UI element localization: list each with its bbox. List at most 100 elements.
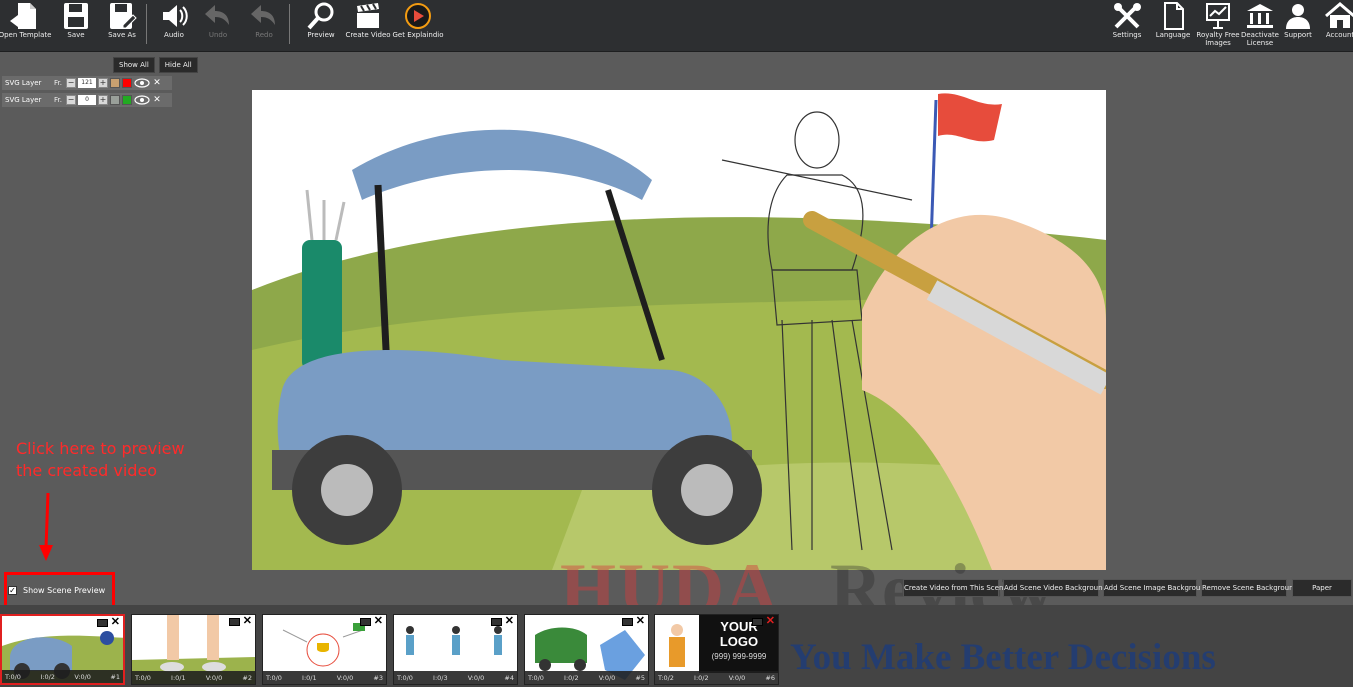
frame-value[interactable]: 0 xyxy=(78,95,96,105)
annotation-line-2: the created video xyxy=(16,461,158,480)
create-video-button[interactable]: Create Video xyxy=(344,0,392,48)
layer-row[interactable]: SVG Layer Fr. − 121 + ✕ xyxy=(2,76,172,90)
scene-delete-icon[interactable]: ✕ xyxy=(766,616,775,627)
support-button[interactable]: Support xyxy=(1274,0,1322,48)
magnifier-icon xyxy=(307,2,334,30)
scene-image-count: I:0/1 xyxy=(171,673,186,682)
scene-card-icon[interactable] xyxy=(96,618,108,627)
logo-phone: (999) 999-9999 xyxy=(711,652,767,661)
frame-decrement-button[interactable]: − xyxy=(66,78,76,88)
scene-actions: ✕ xyxy=(359,616,383,627)
explaindio-logo-icon xyxy=(405,3,431,29)
frame-value[interactable]: 121 xyxy=(78,78,96,88)
speaker-icon xyxy=(163,5,188,27)
toolbar-divider xyxy=(289,4,290,44)
redo-button[interactable]: Redo xyxy=(240,0,288,48)
scene-meta: T:0/0 I:0/2 V:0/0 #5 xyxy=(525,671,648,684)
delete-layer-button[interactable]: ✕ xyxy=(152,95,162,105)
save-label: Save xyxy=(67,31,85,39)
scene-number: #4 xyxy=(504,673,514,682)
scene-card-icon[interactable] xyxy=(751,617,763,626)
scene-meta: T:0/0 I:0/2 V:0/0 #1 xyxy=(2,670,123,683)
golf-clubs xyxy=(305,189,346,241)
eye-icon[interactable] xyxy=(134,95,150,105)
account-label: Account xyxy=(1325,31,1353,39)
create-video-label: Create Video xyxy=(345,31,391,39)
clapperboard-icon xyxy=(357,3,379,28)
scene-delete-icon[interactable]: ✕ xyxy=(243,616,252,627)
show-scene-preview-checkbox[interactable]: ✓ xyxy=(8,586,17,595)
cart-hub-rear xyxy=(321,464,373,516)
scene-delete-icon[interactable]: ✕ xyxy=(505,616,514,627)
watermark-tagline: You Make Better Decisions xyxy=(790,637,1216,678)
get-explaindio-button[interactable]: Get Explaindio xyxy=(393,0,444,48)
scene-thumbnail[interactable]: ✕ T:0/0 I:0/2 V:0/0 #1 xyxy=(0,614,125,685)
preview-button[interactable]: Preview xyxy=(297,0,345,48)
scene-delete-icon[interactable]: ✕ xyxy=(636,616,645,627)
language-button[interactable]: Language xyxy=(1149,0,1197,48)
scene-number: #2 xyxy=(242,673,252,682)
scene-thumbnail[interactable]: ✕ T:0/0 I:0/1 V:0/0 #2 xyxy=(131,614,256,685)
scene-card-icon[interactable] xyxy=(359,617,371,626)
scene-image-count: I:0/1 xyxy=(302,673,317,682)
scene-video-count: V:0/0 xyxy=(336,673,354,682)
show-all-button[interactable]: Show All xyxy=(113,57,155,73)
save-as-button[interactable]: Save As xyxy=(98,0,146,48)
paper-button[interactable]: Paper xyxy=(1292,579,1352,597)
cart-roof xyxy=(352,129,652,200)
open-template-button[interactable]: Open Template xyxy=(0,0,52,48)
eye-icon[interactable] xyxy=(134,78,150,88)
scene-card-icon[interactable] xyxy=(228,617,240,626)
audio-button[interactable]: Audio xyxy=(150,0,198,48)
language-label: Language xyxy=(1155,31,1191,39)
scene-card-icon[interactable] xyxy=(621,617,633,626)
scene-delete-icon[interactable]: ✕ xyxy=(111,617,120,628)
scene-thumbnail[interactable]: ✕ T:0/0 I:0/2 V:0/0 #5 xyxy=(524,614,649,685)
frame-increment-button[interactable]: + xyxy=(98,95,108,105)
scene-video-count: V:0/0 xyxy=(467,673,485,682)
audio-label: Audio xyxy=(164,31,184,39)
scene-actions: ✕ xyxy=(751,616,775,627)
layer-row[interactable]: SVG Layer Fr. − 0 + ✕ xyxy=(2,93,172,107)
redo-label: Redo xyxy=(255,31,273,39)
floppy-pencil-icon xyxy=(110,3,137,29)
scene-number: #5 xyxy=(635,673,645,682)
scene-thumbnail[interactable]: ✕ T:0/0 I:0/1 V:0/0 #3 xyxy=(262,614,387,685)
annotation-line-1: Click here to preview xyxy=(16,439,185,458)
delete-layer-button[interactable]: ✕ xyxy=(152,78,162,88)
frame-decrement-button[interactable]: − xyxy=(66,95,76,105)
hide-all-button[interactable]: Hide All xyxy=(158,57,198,73)
layer-color-swatch[interactable] xyxy=(122,78,132,88)
open-template-label: Open Template xyxy=(0,31,52,39)
preview-label: Preview xyxy=(307,31,335,39)
flag xyxy=(938,93,1002,142)
scene-thumbnail[interactable]: ✕ T:0/0 I:0/3 V:0/0 #4 xyxy=(393,614,518,685)
chart-board-icon xyxy=(1206,3,1230,29)
add-scene-video-background-button[interactable]: Add Scene Video Background xyxy=(1003,579,1107,597)
remove-scene-background-button[interactable]: Remove Scene Background xyxy=(1201,579,1298,597)
royalty-free-label: Royalty Free Images xyxy=(1196,31,1239,47)
scene-text-count: T:0/0 xyxy=(528,673,544,682)
scene-canvas[interactable] xyxy=(252,90,1106,570)
scene-card-icon[interactable] xyxy=(490,617,502,626)
create-video-from-scene-button[interactable]: Create Video from This Scene xyxy=(903,579,1008,597)
layer-thumb xyxy=(110,95,120,105)
layer-color-swatch[interactable] xyxy=(122,95,132,105)
scene-meta: T:0/0 I:0/3 V:0/0 #4 xyxy=(394,671,517,684)
frame-increment-button[interactable]: + xyxy=(98,78,108,88)
scene-thumbnail[interactable]: YOUR LOGO (999) 999-9999 ✕ T:0/2 I:0/2 V:0… xyxy=(654,614,779,685)
support-person-icon xyxy=(1286,4,1310,29)
save-button[interactable]: Save xyxy=(52,0,100,48)
cart-hub-front xyxy=(681,464,733,516)
undo-button[interactable]: Undo xyxy=(194,0,242,48)
golf-bag xyxy=(302,240,342,370)
settings-button[interactable]: Settings xyxy=(1103,0,1151,48)
open-folder-icon xyxy=(10,3,36,29)
scene-delete-icon[interactable]: ✕ xyxy=(374,616,383,627)
layer-visibility-buttons: Show All Hide All xyxy=(113,57,198,73)
show-scene-preview-toggle[interactable]: ✓ Show Scene Preview xyxy=(8,586,105,595)
royalty-free-images-button[interactable]: Royalty Free Images xyxy=(1194,0,1242,48)
add-scene-image-background-button[interactable]: Add Scene Image Background xyxy=(1103,579,1209,597)
scene-text-count: T:0/0 xyxy=(397,673,413,682)
account-button[interactable]: Account xyxy=(1316,0,1353,48)
